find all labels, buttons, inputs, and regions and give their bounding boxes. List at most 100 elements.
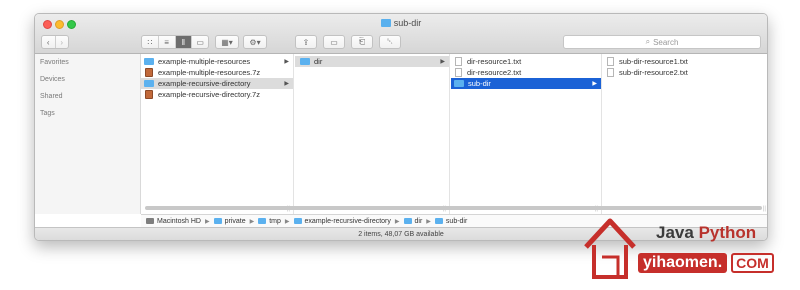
list-item[interactable]: sub-dir ▶ (451, 78, 601, 89)
folder-icon (434, 218, 443, 224)
search-field[interactable]: ⌕ Search (563, 35, 761, 49)
icon-view-icon: ∷ (147, 37, 153, 47)
list-item[interactable]: sub-dir-resource2.txt (603, 67, 767, 78)
archive-icon (145, 90, 153, 99)
folder-icon (293, 218, 302, 224)
window-title: sub-dir (35, 18, 767, 28)
search-icon: ⌕ (645, 37, 651, 46)
path-segment[interactable]: private (225, 218, 246, 225)
list-item[interactable]: example-multiple-resources.7z (141, 67, 293, 78)
horizontal-scrollbar[interactable] (142, 205, 767, 211)
list-item[interactable]: dir ▶ (295, 56, 449, 67)
chevron-right-icon: › (60, 37, 64, 47)
gear-icon: ⚙▾ (249, 37, 261, 47)
view-mode-control: ∷ ≡ ‖ ▭ (141, 35, 209, 49)
hard-drive-icon (146, 218, 154, 224)
list-view-icon: ≡ (164, 37, 169, 47)
text-file-icon (455, 68, 462, 77)
item-label: dir (314, 57, 323, 66)
watermark-tld: COM (731, 253, 774, 273)
watermark-site: yihaomen. (638, 253, 728, 273)
sidebar-header-devices[interactable]: Devices (40, 76, 65, 83)
browser-column-3: dir-resource1.txt dir-resource2.txt sub-… (451, 54, 602, 214)
path-segment[interactable]: Macintosh HD (157, 218, 201, 225)
item-label: example-multiple-resources (158, 57, 251, 66)
item-label: sub-dir-resource1.txt (619, 57, 688, 66)
watermark-url: yihaomen. COM (638, 253, 774, 273)
icon-view-button[interactable]: ∷ (142, 36, 159, 48)
sidebar-header-favorites[interactable]: Favorites (40, 59, 69, 66)
search-placeholder: Search (653, 37, 679, 47)
text-file-icon (607, 68, 614, 77)
list-item[interactable]: example-recursive-directory.7z (141, 89, 293, 100)
finder-window: sub-dir ‹ › ∷ ≡ ‖ ▭ ▦▾ ⚙▾ ⇪ ▭ ⎗ ␡ ⌕ Sear… (34, 13, 768, 241)
list-view-button[interactable]: ≡ (159, 36, 176, 48)
archive-icon (145, 68, 153, 77)
chevron-right-icon: ▶ (204, 218, 210, 225)
path-segment[interactable]: example-recursive-directory (305, 218, 391, 225)
connect-server-button[interactable]: ⎗ (351, 35, 373, 49)
item-label: sub-dir (468, 79, 491, 88)
sidebar-header-shared[interactable]: Shared (40, 93, 63, 100)
group-menu-button[interactable]: ▦▾ (215, 35, 239, 49)
scrollbar-thumb[interactable] (145, 206, 762, 210)
item-label: example-recursive-directory.7z (158, 90, 260, 99)
action-menu-button[interactable]: ⚙▾ (243, 35, 267, 49)
path-segment[interactable]: dir (415, 218, 423, 225)
chevron-left-icon: ‹ (46, 37, 50, 47)
item-label: dir-resource1.txt (467, 57, 522, 66)
chevron-right-icon: ▶ (249, 218, 255, 225)
watermark-heading: Java Python (656, 223, 756, 243)
share-button[interactable]: ⇪ (295, 35, 317, 49)
chevron-right-icon: ▶ (284, 218, 290, 225)
folder-icon (403, 218, 412, 224)
column-view-button[interactable]: ‖ (175, 36, 193, 48)
browser-column-4: sub-dir-resource1.txt sub-dir-resource2.… (603, 54, 767, 214)
watermark-java: Java (656, 223, 694, 242)
list-item[interactable]: sub-dir-resource1.txt (603, 56, 767, 67)
text-file-icon (455, 57, 462, 66)
folder-icon (258, 218, 267, 224)
connect-icon: ⎗ (358, 37, 366, 46)
tag-icon: ▭ (330, 37, 338, 47)
watermark-python: Python (698, 223, 757, 242)
disclosure-arrow-icon: ▶ (284, 59, 289, 65)
window-title-text: sub-dir (393, 18, 422, 28)
disclosure-arrow-icon: ▶ (592, 81, 597, 87)
list-item[interactable]: example-multiple-resources ▶ (141, 56, 293, 67)
sidebar: Favorites Devices Shared Tags (35, 54, 141, 214)
item-label: sub-dir-resource2.txt (619, 68, 688, 77)
forward-button[interactable]: › (56, 36, 69, 48)
disclosure-arrow-icon: ▶ (440, 59, 445, 65)
path-segment[interactable]: tmp (269, 218, 281, 225)
folder-icon (213, 218, 222, 224)
gallery-view-button[interactable]: ▭ (192, 36, 208, 48)
share-icon: ⇪ (302, 37, 310, 47)
list-item[interactable]: dir-resource1.txt (451, 56, 601, 67)
list-item[interactable]: dir-resource2.txt (451, 67, 601, 78)
folder-icon (380, 19, 391, 27)
folder-icon (144, 58, 154, 65)
column-view-icon: ‖ (181, 37, 186, 47)
back-button[interactable]: ‹ (42, 36, 56, 48)
watermark: Java Python yihaomen. COM (580, 213, 795, 279)
chevron-right-icon: ▶ (426, 218, 431, 225)
folder-icon (144, 80, 154, 87)
list-item[interactable]: example-recursive-directory ▶ (141, 78, 293, 89)
edit-tags-button[interactable]: ▭ (323, 35, 345, 49)
move-to-trash-button[interactable]: ␡ (379, 35, 401, 49)
item-label: example-recursive-directory (158, 79, 251, 88)
sidebar-header-tags[interactable]: Tags (40, 110, 55, 117)
item-label: dir-resource2.txt (467, 68, 522, 77)
folder-icon (300, 58, 310, 65)
disclosure-arrow-icon: ▶ (284, 81, 289, 87)
browser-column-1: example-multiple-resources ▶ example-mul… (141, 54, 294, 214)
text-file-icon (607, 57, 614, 66)
browser-column-2: dir ▶ || (295, 54, 450, 214)
chevron-right-icon: ▶ (394, 218, 400, 225)
item-label: example-multiple-resources.7z (158, 68, 261, 77)
back-forward-control: ‹ › (41, 35, 69, 49)
titlebar: sub-dir ‹ › ∷ ≡ ‖ ▭ ▦▾ ⚙▾ ⇪ ▭ ⎗ ␡ ⌕ Sear… (35, 14, 767, 54)
path-segment[interactable]: sub-dir (446, 218, 467, 225)
grid-menu-icon: ▦▾ (221, 37, 233, 47)
